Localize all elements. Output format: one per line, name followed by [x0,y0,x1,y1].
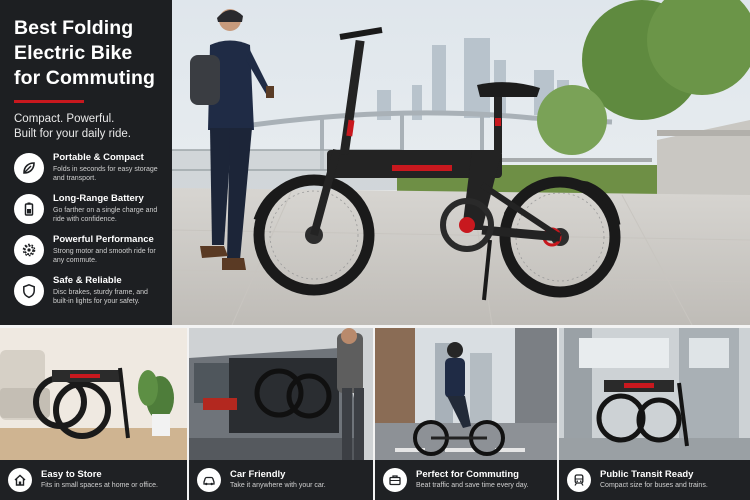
car-icon [197,468,221,492]
feature-item: Powerful Performance Strong motor and sm… [14,234,158,275]
headline: Best Folding Electric Bike for Commuting [14,16,158,91]
card-public-transit: Public Transit Ready Compact size for bu… [559,328,750,500]
card-caption: Car Friendly Take it anywhere with your … [189,460,373,500]
headline-line: Best Folding [14,17,134,39]
feature-title: Long-Range Battery [53,193,144,204]
tagline: Compact. Powerful. [14,113,115,125]
card-easy-to-store: Easy to Store Fits in small spaces at ho… [0,328,187,500]
card-desc: Take it anywhere with your car. [230,482,326,489]
card-car-friendly: Car Friendly Take it anywhere with your … [189,328,373,500]
feature-list: Portable & Compact Folds in seconds for … [14,152,158,316]
card-title: Car Friendly [230,469,286,480]
leaf-icon [14,153,44,183]
battery-icon [14,194,44,224]
tagline: Built for your daily ride. [14,128,131,140]
headline-line: Electric Bike [14,42,133,64]
card-desc: Compact size for buses and trains. [600,482,708,489]
hero-banner: Best Folding Electric Bike for Commuting… [0,0,750,325]
feature-item: Long-Range Battery Go farther on a singl… [14,193,158,234]
card-desc: Beat traffic and save time every day. [416,482,529,489]
feature-title: Powerful Performance [53,234,154,245]
card-caption: Perfect for Commuting Beat traffic and s… [375,460,557,500]
card-title: Public Transit Ready [600,469,694,480]
card-title: Easy to Store [41,469,102,480]
shield-icon [14,276,44,306]
feature-desc: Go farther on a single charge and ride w… [53,207,158,223]
accent-divider [14,100,84,103]
card-caption: Public Transit Ready Compact size for bu… [559,460,750,500]
home-icon [8,468,32,492]
train-icon [567,468,591,492]
card-caption: Easy to Store Fits in small spaces at ho… [0,460,187,500]
feature-item: Portable & Compact Folds in seconds for … [14,152,158,193]
feature-desc: Disc brakes, sturdy frame, and built-in … [53,289,148,305]
feature-desc: Strong motor and smooth ride for any com… [53,248,156,264]
headline-line: for Commuting [14,67,156,89]
card-title: Perfect for Commuting [416,469,519,480]
use-case-cards: Easy to Store Fits in small spaces at ho… [0,328,750,500]
commuter-bike-scene [172,0,750,325]
gear-icon [14,235,44,265]
feature-title: Portable & Compact [53,152,144,163]
card-commuting: Perfect for Commuting Beat traffic and s… [375,328,557,500]
feature-title: Safe & Reliable [53,275,122,286]
feature-item: Safe & Reliable Disc brakes, sturdy fram… [14,275,158,316]
card-desc: Fits in small spaces at home or office. [41,482,158,489]
briefcase-icon [383,468,407,492]
info-panel: Best Folding Electric Bike for Commuting… [0,0,172,325]
feature-desc: Folds in seconds for easy storage and tr… [53,166,158,182]
